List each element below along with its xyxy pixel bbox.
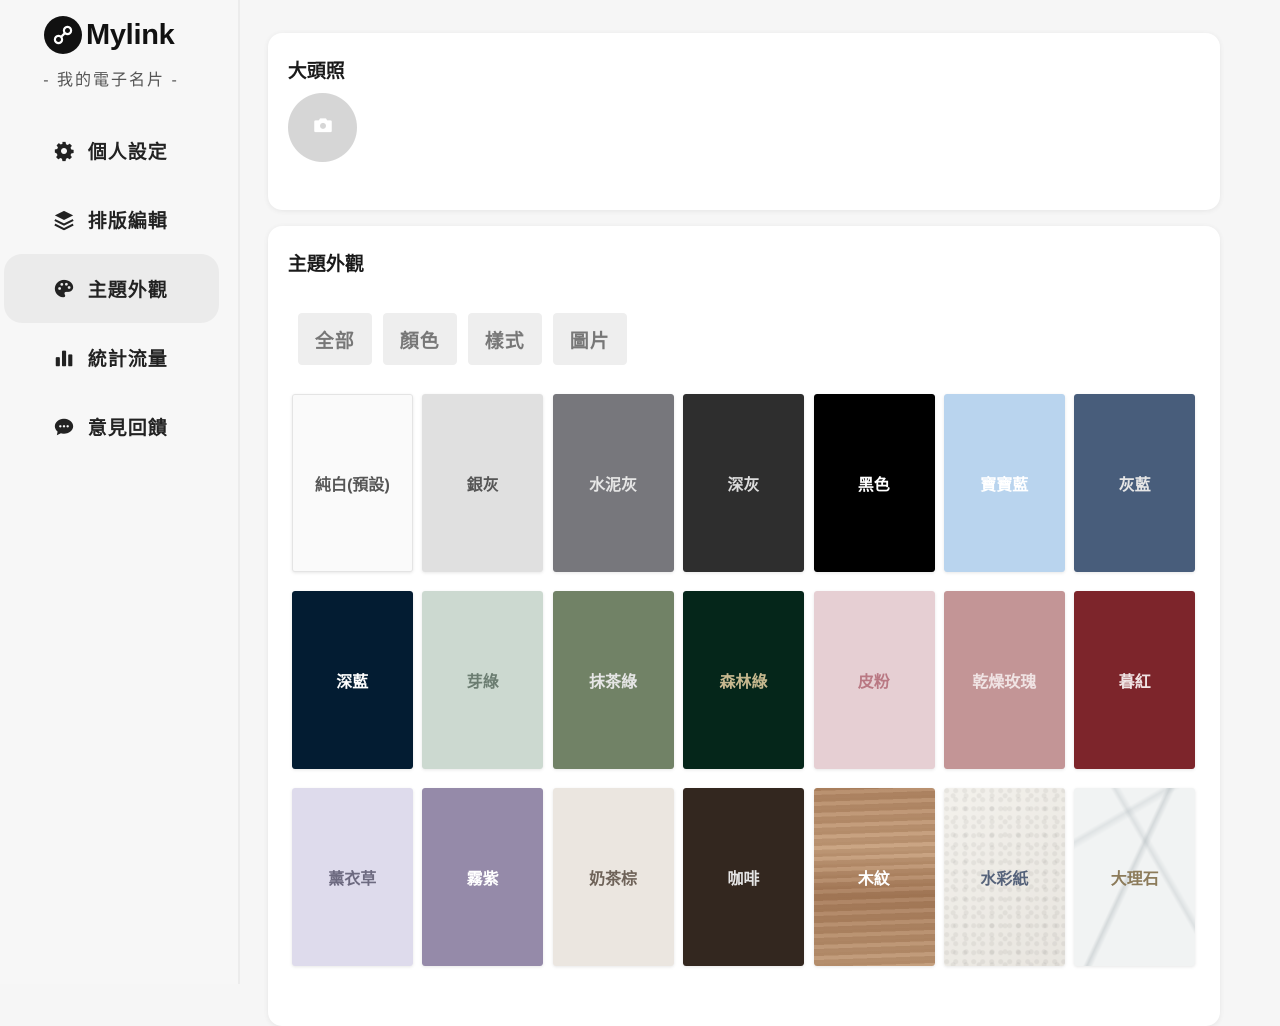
theme-swatch-label: 霧紫 — [466, 871, 499, 888]
theme-swatch-label: 乾燥玫瑰 — [972, 674, 1037, 691]
theme-swatch[interactable]: 深藍 — [292, 591, 413, 769]
theme-swatch-label: 水彩紙 — [980, 871, 1029, 888]
theme-swatch-label: 芽綠 — [466, 674, 499, 691]
theme-swatch-label: 深藍 — [336, 674, 369, 691]
sidebar-item-label: 排版編輯 — [88, 211, 169, 232]
theme-swatch[interactable]: 大理石 — [1074, 788, 1196, 966]
theme-swatch-label: 皮粉 — [858, 674, 891, 691]
sidebar-item-statistics[interactable]: 統計流量 — [4, 323, 219, 392]
theme-swatch[interactable]: 薰衣草 — [292, 788, 413, 966]
filter-image-button[interactable]: 圖片 — [553, 313, 628, 365]
theme-filter-tabs: 全部 顏色 樣式 圖片 — [298, 313, 628, 365]
sidebar-item-personal-settings[interactable]: 個人設定 — [4, 116, 219, 185]
avatar-upload-button[interactable] — [288, 93, 357, 162]
theme-grid: 純白(預設) 銀灰 水泥灰 深灰 黑色 寶寶藍 灰藍深藍 芽綠 抹茶綠 森林綠 皮粉 乾燥玫瑰 暮紅薰衣… — [292, 394, 1196, 966]
sidebar-item-label: 意見回饋 — [88, 418, 169, 439]
bar-chart-icon — [52, 346, 76, 370]
filter-color-button[interactable]: 顏色 — [383, 313, 458, 365]
theme-swatch-label: 灰藍 — [1118, 477, 1151, 494]
theme-swatch[interactable]: 抹茶綠 — [552, 591, 674, 769]
theme-swatch-label: 木紋 — [858, 871, 891, 888]
palette-icon — [52, 277, 76, 301]
sidebar-item-label: 主題外觀 — [88, 280, 169, 301]
avatar-card: 大頭照 — [268, 33, 1220, 210]
theme-section-title: 主題外觀 — [288, 254, 365, 275]
theme-swatch-label: 抹茶綠 — [589, 674, 638, 691]
camera-icon — [313, 116, 333, 139]
theme-swatch-label: 黑色 — [858, 477, 891, 494]
theme-swatch[interactable]: 霧紫 — [422, 788, 544, 966]
theme-swatch[interactable]: 木紋 — [813, 788, 935, 966]
theme-swatch[interactable]: 奶茶棕 — [552, 788, 674, 966]
theme-swatch-label: 純白(預設) — [315, 477, 390, 494]
theme-swatch[interactable]: 水彩紙 — [943, 788, 1065, 966]
theme-swatch[interactable]: 純白(預設) — [292, 394, 413, 572]
theme-swatch-label: 銀灰 — [466, 477, 499, 494]
sidebar-item-feedback[interactable]: 意見回饋 — [4, 392, 219, 461]
theme-swatch[interactable]: 暮紅 — [1074, 591, 1196, 769]
sidebar-item-layout-edit[interactable]: 排版編輯 — [4, 185, 219, 254]
theme-swatch-label: 水泥灰 — [589, 477, 638, 494]
theme-swatch-label: 暮紅 — [1118, 674, 1151, 691]
chat-bubble-icon — [52, 415, 76, 439]
brand-logo[interactable]: Mylink — [44, 16, 175, 54]
filter-all-button[interactable]: 全部 — [298, 313, 373, 365]
theme-swatch[interactable]: 芽綠 — [422, 591, 544, 769]
sidebar-item-label: 個人設定 — [88, 142, 169, 163]
theme-swatch-label: 深灰 — [727, 477, 760, 494]
theme-swatch[interactable]: 咖啡 — [683, 788, 805, 966]
theme-swatch-label: 寶寶藍 — [980, 477, 1029, 494]
theme-swatch[interactable]: 水泥灰 — [552, 394, 674, 572]
theme-swatch-label: 薰衣草 — [328, 871, 377, 888]
theme-swatch[interactable]: 寶寶藍 — [943, 394, 1065, 572]
theme-swatch[interactable]: 黑色 — [813, 394, 935, 572]
layers-icon — [52, 208, 76, 232]
theme-swatch-label: 咖啡 — [727, 871, 760, 888]
theme-swatch[interactable]: 皮粉 — [813, 591, 935, 769]
sidebar-nav: 個人設定 排版編輯 主題外觀 統計流量 意見回饋 — [4, 116, 219, 461]
theme-swatch[interactable]: 乾燥玫瑰 — [943, 591, 1065, 769]
avatar-section-title: 大頭照 — [288, 61, 346, 82]
brand-name: Mylink — [86, 18, 175, 51]
theme-swatch-label: 大理石 — [1110, 871, 1159, 888]
brand-tagline: - 我的電子名片 - — [43, 72, 179, 89]
sidebar-item-label: 統計流量 — [88, 349, 169, 370]
sidebar: Mylink - 我的電子名片 - 個人設定 排版編輯 主題外觀 統計流量 意見… — [0, 0, 240, 984]
theme-swatch[interactable]: 銀灰 — [422, 394, 544, 572]
sidebar-item-theme[interactable]: 主題外觀 — [4, 254, 219, 323]
theme-swatch-label: 奶茶棕 — [589, 871, 638, 888]
theme-swatch[interactable]: 森林綠 — [683, 591, 805, 769]
theme-card: 主題外觀 全部 顏色 樣式 圖片 純白(預設) 銀灰 水泥灰 深灰 黑色 寶寶藍 灰藍深藍 芽… — [268, 226, 1220, 1026]
link-icon — [44, 16, 82, 54]
filter-style-button[interactable]: 樣式 — [468, 313, 543, 365]
theme-swatch[interactable]: 灰藍 — [1074, 394, 1196, 572]
theme-swatch-label: 森林綠 — [719, 674, 768, 691]
theme-swatch[interactable]: 深灰 — [683, 394, 805, 572]
gear-icon — [52, 139, 76, 163]
